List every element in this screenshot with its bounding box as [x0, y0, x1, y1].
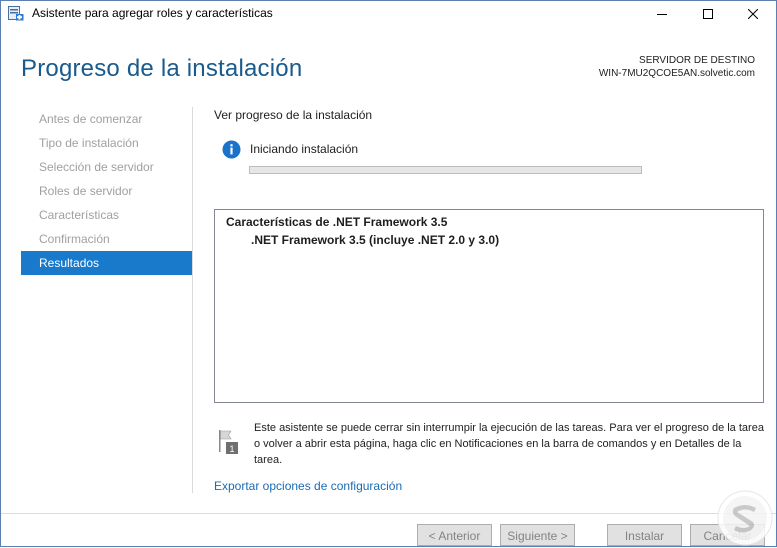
notification-flag-icon: 1: [219, 430, 238, 454]
note-text: Este asistente se puede cerrar sin inter…: [254, 422, 764, 466]
wizard-steps-nav: Antes de comenzar Tipo de instalación Se…: [21, 107, 192, 275]
footer-divider: [1, 513, 776, 514]
page-title: Progreso de la instalación: [21, 55, 303, 82]
info-icon: [222, 140, 241, 159]
install-button[interactable]: Instalar: [607, 524, 682, 546]
feature-group-label: Características de .NET Framework 3.5: [226, 215, 448, 229]
nav-item-antes-de-comenzar: Antes de comenzar: [39, 112, 143, 126]
section-heading: Ver progreso de la instalación: [214, 108, 373, 122]
export-configuration-link[interactable]: Exportar opciones de configuración: [214, 479, 402, 493]
close-icon: [748, 9, 758, 19]
next-button[interactable]: Siguiente >: [500, 524, 575, 546]
window-title: Asistente para agregar roles y caracterí…: [32, 6, 273, 20]
feature-item-label: .NET Framework 3.5 (incluye .NET 2.0 y 3…: [251, 233, 500, 247]
installation-progress-bar: [249, 166, 642, 174]
nav-item-tipo-de-instalacion: Tipo de instalación: [39, 136, 139, 150]
previous-button[interactable]: < Anterior: [417, 524, 492, 546]
server-manager-icon: [8, 6, 24, 21]
minimize-button[interactable]: [639, 1, 685, 27]
note-badge-number: 1: [229, 444, 234, 454]
wizard-window: Asistente para agregar roles y caracterí…: [0, 0, 777, 547]
close-button[interactable]: [730, 1, 776, 27]
maximize-button[interactable]: [685, 1, 731, 27]
features-list-box[interactable]: Características de .NET Framework 3.5 .N…: [214, 209, 764, 403]
solvetic-logo-icon: [717, 490, 773, 546]
destination-server-label: SERVIDOR DE DESTINO: [639, 55, 755, 66]
maximize-icon: [703, 9, 713, 19]
destination-server-name: WIN-7MU2QCOE5AN.solvetic.com: [598, 68, 755, 79]
title-bar[interactable]: Asistente para agregar roles y caracterí…: [1, 1, 776, 27]
minimize-icon: [657, 14, 667, 15]
nav-item-resultados[interactable]: Resultados: [21, 251, 192, 275]
status-text: Iniciando instalación: [250, 142, 359, 156]
sidebar-divider: [192, 107, 193, 493]
nav-item-confirmacion: Confirmación: [39, 232, 110, 246]
nav-item-seleccion-de-servidor: Selección de servidor: [39, 160, 154, 174]
nav-item-caracteristicas: Características: [39, 208, 120, 222]
nav-item-roles-de-servidor: Roles de servidor: [39, 184, 133, 198]
